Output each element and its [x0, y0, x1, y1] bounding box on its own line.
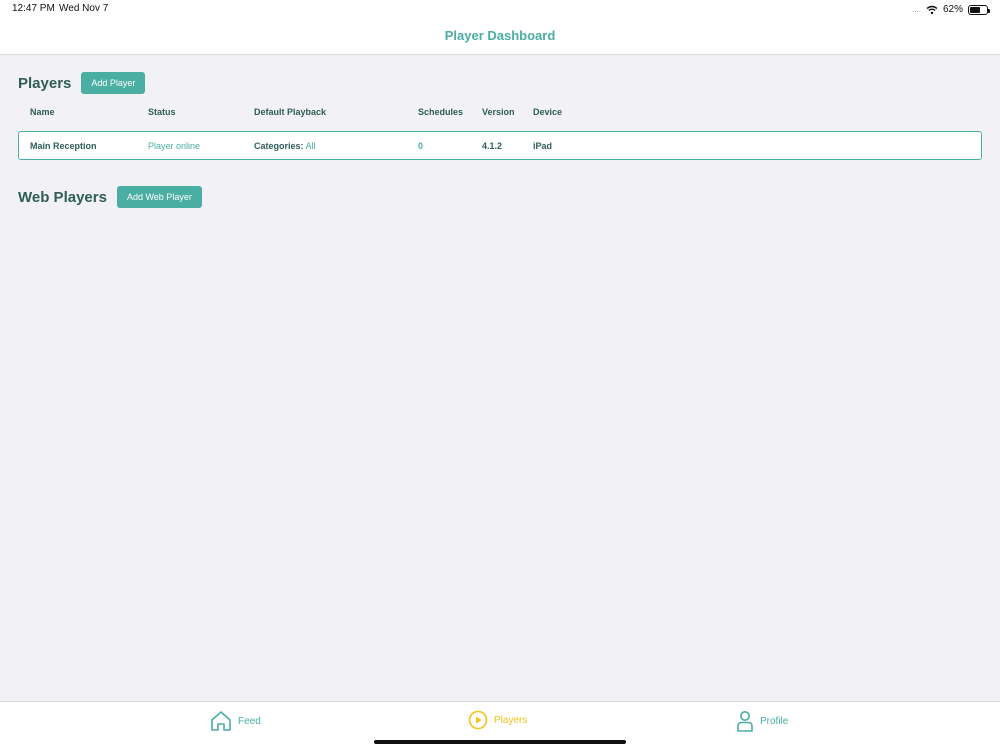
tab-players[interactable]: Players — [468, 710, 527, 730]
home-indicator — [374, 740, 626, 744]
player-status: Player online — [148, 141, 201, 151]
web-players-header: Web Players Add Web Player — [18, 186, 202, 208]
tab-players-label: Players — [494, 714, 528, 726]
column-header-version: Version — [482, 107, 515, 117]
column-header-name: Name — [30, 107, 55, 117]
play-circle-icon — [468, 710, 488, 730]
tab-profile-label: Profile — [760, 715, 789, 727]
player-row-main-reception[interactable]: Main Reception Player online Categories:… — [18, 131, 982, 160]
house-icon — [211, 711, 231, 731]
status-indicators: .... 62% — [912, 3, 990, 16]
add-player-button[interactable]: Add Player — [81, 72, 146, 94]
tab-feed-label: Feed — [238, 715, 261, 727]
playback-label: Categories: — [254, 141, 304, 151]
player-schedules: 0 — [418, 141, 424, 151]
player-name: Main Reception — [30, 141, 97, 151]
column-header-device: Device — [533, 107, 563, 117]
status-time: 12:47 PM — [12, 3, 55, 14]
wifi-icon — [926, 5, 938, 14]
web-players-title: Web Players — [18, 188, 107, 206]
battery-percent: 62% — [942, 4, 963, 15]
status-date: Wed Nov 7 — [59, 3, 109, 14]
battery-fill — [970, 6, 980, 13]
player-playback: Categories: All — [254, 141, 316, 151]
playback-value: All — [305, 141, 316, 151]
battery-icon — [968, 4, 990, 15]
signal-icon: .... — [912, 5, 921, 14]
column-header-status: Status — [148, 107, 176, 117]
column-header-playback: Default Playback — [254, 107, 327, 117]
player-device: iPad — [533, 141, 553, 151]
page-title: Player Dashboard — [444, 28, 556, 43]
top-bar: 12:47 PM Wed Nov 7 .... 62% Player Dashb… — [0, 0, 1000, 55]
person-icon — [737, 711, 753, 732]
tab-feed[interactable]: Feed — [210, 710, 261, 732]
column-header-schedules: Schedules — [418, 107, 464, 117]
players-title: Players — [18, 74, 72, 92]
tab-profile[interactable]: Profile — [736, 710, 788, 732]
screen: 12:47 PM Wed Nov 7 .... 62% Player Dashb… — [0, 0, 1000, 750]
add-web-player-button[interactable]: Add Web Player — [116, 186, 202, 208]
player-version: 4.1.2 — [482, 141, 503, 151]
players-header: Players Add Player — [18, 72, 146, 94]
